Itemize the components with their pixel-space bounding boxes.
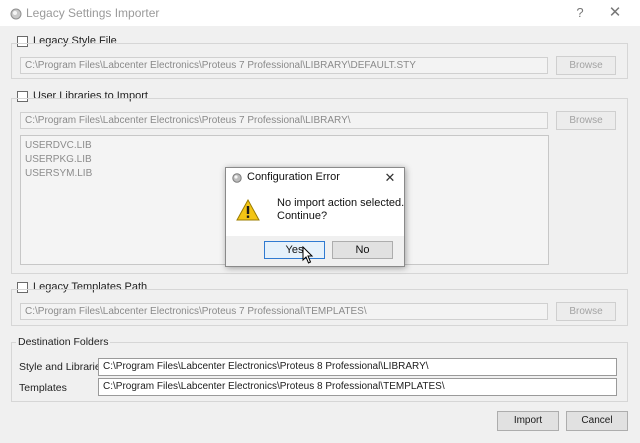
dialog-message: No import action selected. Continue? [277, 197, 404, 223]
dialog-body: No import action selected. Continue? [226, 188, 404, 236]
legacy-templates-browse-button[interactable]: Browse [556, 302, 616, 321]
legacy-style-browse-button[interactable]: Browse [556, 56, 616, 75]
window-titlebar: Legacy Settings Importer ? ✕ [0, 0, 640, 26]
window-title: Legacy Settings Importer [26, 6, 160, 20]
templates-label: Templates [19, 382, 67, 394]
user-libraries-path-field[interactable]: C:\Program Files\Labcenter Electronics\P… [20, 112, 548, 129]
legacy-style-path-field[interactable]: C:\Program Files\Labcenter Electronics\P… [20, 57, 548, 74]
window-close-button[interactable]: ✕ [606, 5, 624, 21]
no-button[interactable]: No [332, 241, 393, 259]
user-libraries-items: USERDVC.LIB USERPKG.LIB USERSYM.LIB [25, 139, 92, 181]
dialog-titlebar: Configuration Error ✕ [226, 168, 404, 188]
dialog-message-line1: No import action selected. [277, 197, 405, 209]
warning-icon [236, 199, 260, 221]
destination-group-title: Destination Folders [16, 336, 111, 348]
import-button[interactable]: Import [497, 411, 559, 431]
dialog-close-button[interactable]: ✕ [382, 170, 398, 186]
dialog-title: Configuration Error [247, 171, 340, 183]
legacy-templates-path-field[interactable]: C:\Program Files\Labcenter Electronics\P… [20, 303, 548, 320]
dialog-message-line2: Continue? [277, 210, 328, 222]
list-item[interactable]: USERSYM.LIB [25, 167, 92, 181]
dialog-app-icon [232, 173, 242, 183]
style-libraries-path-field[interactable]: C:\Program Files\Labcenter Electronics\P… [98, 358, 617, 376]
configuration-error-dialog: Configuration Error ✕ No import action s… [225, 167, 405, 267]
help-button[interactable]: ? [572, 5, 588, 21]
mouse-cursor-icon [302, 246, 314, 264]
list-item[interactable]: USERDVC.LIB [25, 139, 92, 153]
yes-button[interactable]: Yes [264, 241, 325, 259]
templates-path-field[interactable]: C:\Program Files\Labcenter Electronics\P… [98, 378, 617, 396]
app-icon [10, 8, 22, 20]
style-libraries-label: Style and Libraries [19, 361, 106, 373]
cancel-button[interactable]: Cancel [566, 411, 628, 431]
list-item[interactable]: USERPKG.LIB [25, 153, 92, 167]
user-libraries-browse-button[interactable]: Browse [556, 111, 616, 130]
